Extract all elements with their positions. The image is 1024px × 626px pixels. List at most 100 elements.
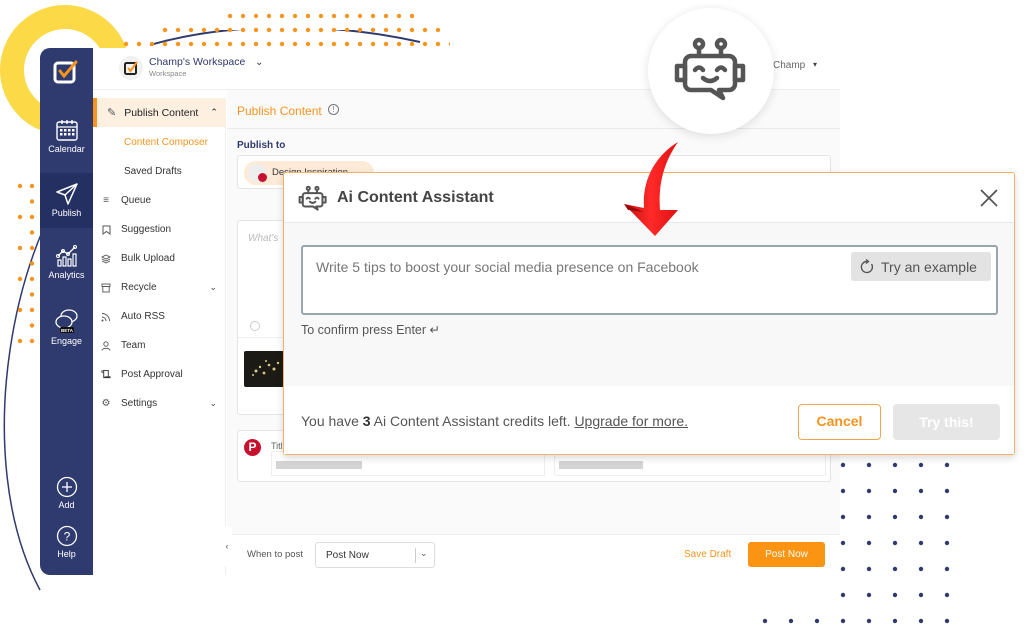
sidebar-item-analytics[interactable]: Analytics: [40, 244, 93, 280]
sidebar-item-calendar[interactable]: Calendar: [40, 118, 93, 154]
decorative-dot: [814, 618, 820, 624]
decorative-dot: [370, 13, 376, 19]
sidebar-item-label: Publish: [51, 208, 82, 218]
decorative-dot: [279, 13, 285, 19]
subnav-item-label: Queue: [121, 195, 152, 206]
try-an-example-button[interactable]: Try an example: [851, 252, 991, 281]
decorative-dot: [175, 41, 181, 47]
subnav-item-queue[interactable]: ≡ Queue: [101, 195, 221, 206]
sidebar-item-add[interactable]: Add: [40, 476, 93, 510]
question-circle-icon: ?: [56, 525, 77, 547]
user-name[interactable]: Champ: [773, 60, 805, 71]
decorative-navy-dots-2: [762, 618, 820, 624]
decorative-dot: [188, 41, 194, 47]
workspace-avatar[interactable]: [119, 56, 143, 80]
decorative-dot: [29, 323, 35, 328]
decorative-dot: [918, 540, 924, 546]
decorative-dot: [944, 488, 950, 494]
user-icon: [101, 340, 111, 351]
sidebar-item-label: Help: [57, 549, 76, 559]
chevron-down-icon[interactable]: ⌄: [255, 57, 263, 68]
decorative-dot: [918, 618, 924, 624]
save-draft-button[interactable]: Save Draft: [684, 549, 731, 560]
close-icon[interactable]: [977, 186, 1001, 210]
subnav-item-auto-rss[interactable]: Auto RSS: [101, 311, 221, 322]
decorative-dot: [17, 245, 23, 251]
decorative-dot: [253, 41, 259, 47]
subnav-item-post-approval[interactable]: Post Approval: [101, 369, 221, 380]
workspace-name[interactable]: Champ's Workspace: [149, 56, 245, 68]
subnav-item-label: Bulk Upload: [121, 253, 175, 264]
decorative-dot: [409, 13, 415, 19]
decorative-dot: [136, 41, 142, 47]
decorative-dot: [383, 13, 389, 19]
info-icon[interactable]: !: [328, 104, 339, 115]
decorative-dot: [29, 338, 35, 344]
divider: [415, 548, 416, 563]
media-thumbnail[interactable]: [244, 351, 284, 387]
decorative-dot: [866, 592, 872, 598]
subnav-item-recycle[interactable]: Recycle ⌄: [101, 282, 221, 293]
decorative-dot: [227, 27, 233, 33]
refresh-icon: [860, 258, 874, 273]
sidebar-item-help[interactable]: ? Help: [40, 525, 93, 559]
sidebar-item-publish[interactable]: Publish: [40, 173, 93, 228]
sidebar-item-label: Calendar: [48, 144, 85, 154]
when-to-post-select[interactable]: Post Now ⌄: [315, 542, 435, 568]
subnav-item-bulk-upload[interactable]: Bulk Upload: [101, 253, 221, 264]
decorative-dot: [762, 618, 768, 624]
post-now-button[interactable]: Post Now: [748, 542, 825, 567]
decorative-dot: [422, 27, 428, 33]
decorative-dot: [840, 540, 846, 546]
list-icon: ≡: [103, 195, 109, 206]
decorative-dot: [383, 41, 389, 47]
subnav-header-publish-content[interactable]: ✎ Publish Content ⌃: [93, 98, 226, 127]
decorative-dot: [918, 488, 924, 494]
upgrade-link[interactable]: Upgrade for more.: [574, 413, 688, 429]
caret-down-icon[interactable]: ▾: [813, 60, 817, 69]
when-to-post-label: When to post: [247, 549, 303, 560]
decorative-dot: [357, 41, 363, 47]
emoji-icon[interactable]: [250, 321, 260, 331]
decorative-dot: [331, 41, 337, 47]
subnav-item-label: Post Approval: [121, 369, 183, 380]
credits-suffix: Ai Content Assistant credits left.: [370, 413, 575, 429]
subnav-item-team[interactable]: Team: [101, 340, 221, 351]
decorative-dot: [840, 592, 846, 598]
decorative-dot: [318, 13, 324, 19]
sidebar-item-label: Engage: [50, 336, 83, 346]
decorative-dot: [318, 27, 324, 33]
robot-icon: [674, 37, 746, 101]
pinterest-badge-icon: [258, 173, 267, 182]
subnav-item-saved-drafts[interactable]: Saved Drafts: [124, 166, 182, 177]
decorative-dot: [149, 41, 155, 47]
subnav-item-settings[interactable]: ⚙ Settings ⌄: [101, 398, 221, 409]
sidebar-item-engage[interactable]: BETA Engage: [40, 308, 93, 346]
subnav-item-content-composer[interactable]: Content Composer: [124, 137, 208, 148]
decorative-dot: [840, 566, 846, 572]
decorative-dot: [840, 514, 846, 520]
try-this-button[interactable]: Try this!: [893, 404, 1000, 440]
prompt-input[interactable]: Write 5 tips to boost your social media …: [301, 245, 998, 315]
collapse-sidebar-button[interactable]: ‹: [222, 526, 232, 566]
decorative-dot: [29, 183, 35, 189]
decorative-dot: [892, 540, 898, 546]
composer-placeholder: What's: [248, 233, 279, 244]
decorative-dot: [266, 27, 272, 33]
cancel-button[interactable]: Cancel: [798, 404, 881, 440]
decorative-dot: [188, 27, 194, 33]
decorative-dot: [344, 27, 350, 33]
workspace-logo-icon: [124, 61, 138, 75]
decorative-dot: [422, 41, 428, 47]
decorative-dot: [918, 566, 924, 572]
decorative-dot: [17, 276, 23, 282]
decorative-dot: [866, 618, 872, 624]
calendar-icon: [55, 120, 78, 141]
ai-robot-badge: [648, 8, 774, 134]
paper-plane-icon: [55, 183, 78, 205]
subnav-item-suggestion[interactable]: Suggestion: [101, 224, 221, 235]
decorative-dot: [370, 41, 376, 47]
decorative-dot: [29, 214, 35, 220]
decorative-dot: [253, 27, 259, 33]
app-logo-icon[interactable]: [52, 58, 80, 86]
